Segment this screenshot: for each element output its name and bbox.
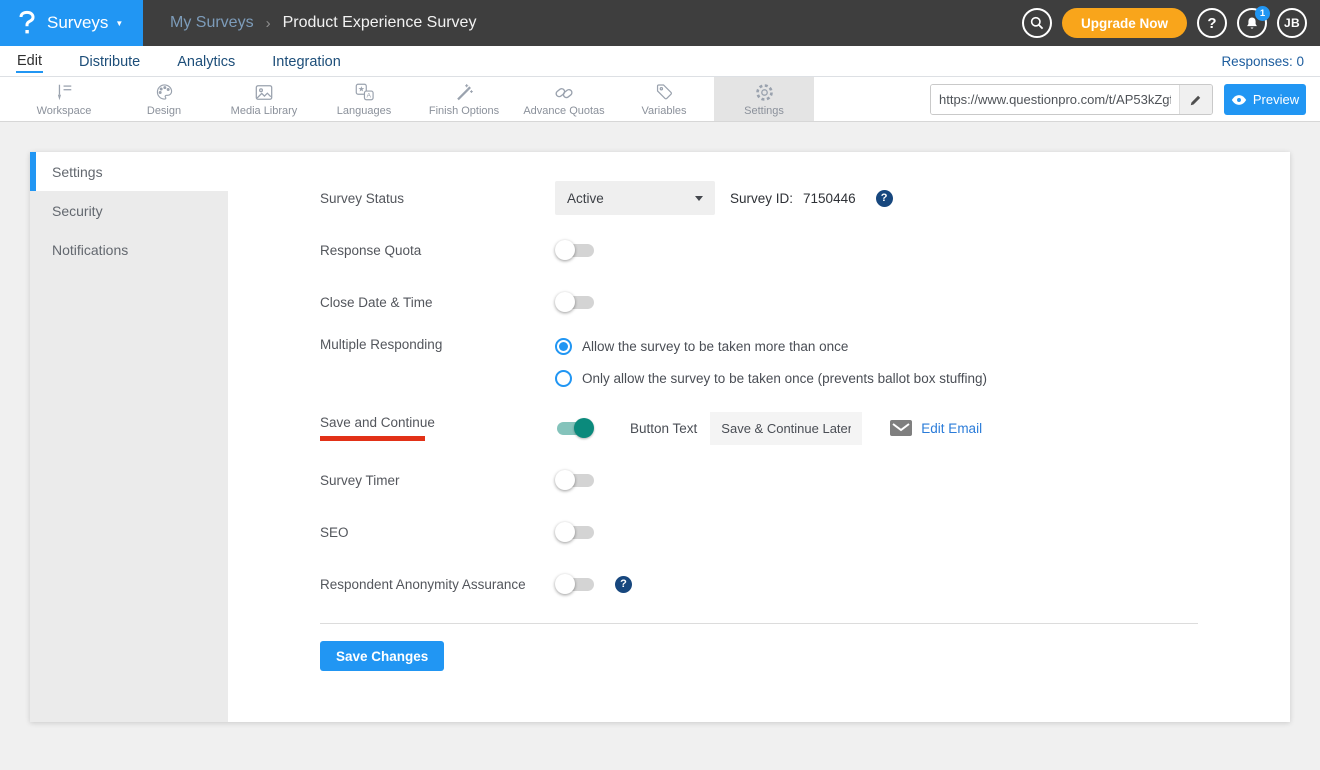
response-quota-row: Response Quota	[320, 233, 1290, 267]
settings-card: Settings Security Notifications Survey S…	[30, 152, 1290, 722]
survey-timer-row: Survey Timer	[320, 463, 1290, 497]
edit-url-button[interactable]	[1179, 85, 1212, 114]
help-button[interactable]: ?	[1197, 8, 1227, 38]
survey-timer-toggle[interactable]	[555, 470, 595, 490]
responses-count: Responses: 0	[1221, 54, 1304, 69]
radio-unselected-icon	[555, 370, 572, 387]
form-divider	[320, 623, 1198, 624]
survey-id-value: 7150446	[803, 191, 856, 206]
design-icon	[154, 82, 175, 103]
survey-status-select[interactable]: Active	[555, 181, 715, 215]
multiple-responding-label: Multiple Responding	[320, 337, 555, 352]
edit-toolbar: Workspace Design Media Library	[0, 77, 1320, 122]
product-name: Surveys	[47, 13, 108, 33]
response-quota-toggle[interactable]	[555, 240, 595, 260]
sidebar-item-notifications[interactable]: Notifications	[30, 230, 228, 269]
survey-id-label: Survey ID:	[730, 191, 793, 206]
radio-option-once-only[interactable]: Only allow the survey to be taken once (…	[555, 370, 987, 387]
save-and-continue-label: Save and Continue	[320, 415, 555, 441]
toolbar-item-media-library[interactable]: Media Library	[214, 77, 314, 121]
response-quota-label: Response Quota	[320, 243, 555, 258]
tab-analytics[interactable]: Analytics	[176, 51, 236, 72]
workspace-icon	[53, 82, 75, 103]
save-and-continue-row: Save and Continue Button Text Edit Email	[320, 411, 1290, 445]
respondent-anonymity-toggle[interactable]	[555, 574, 595, 594]
survey-url-input[interactable]	[931, 85, 1179, 114]
survey-url-field	[930, 84, 1213, 115]
survey-timer-label: Survey Timer	[320, 473, 555, 488]
seo-toggle[interactable]	[555, 522, 595, 542]
tab-distribute[interactable]: Distribute	[78, 51, 141, 72]
respondent-anonymity-label: Respondent Anonymity Assurance	[320, 577, 555, 592]
save-and-continue-toggle[interactable]	[555, 418, 595, 438]
close-date-toggle[interactable]	[555, 292, 595, 312]
avatar[interactable]: JB	[1277, 8, 1307, 38]
toolbar-item-advance-quotas[interactable]: Advance Quotas	[514, 77, 614, 121]
envelope-icon[interactable]	[890, 420, 912, 436]
survey-status-label: Survey Status	[320, 191, 555, 206]
toolbar-item-variables[interactable]: Variables	[614, 77, 714, 121]
tab-edit[interactable]: Edit	[16, 50, 43, 73]
radio-option-multiple-allowed[interactable]: Allow the survey to be taken more than o…	[555, 338, 987, 355]
notification-badge: 1	[1255, 6, 1270, 21]
button-text-input[interactable]	[710, 412, 862, 445]
toolbar-item-design[interactable]: Design	[114, 77, 214, 121]
toolbar-item-workspace[interactable]: Workspace	[14, 77, 114, 121]
edit-email-link[interactable]: Edit Email	[921, 421, 982, 436]
toolbar-item-settings[interactable]: Settings	[714, 77, 814, 121]
question-mark-icon: ?	[1207, 15, 1216, 32]
respondent-anonymity-row: Respondent Anonymity Assurance ?	[320, 567, 1290, 601]
product-switcher[interactable]: Surveys ▼	[0, 0, 143, 46]
breadcrumb-current-survey: Product Experience Survey	[283, 14, 477, 32]
breadcrumb: My Surveys › Product Experience Survey	[170, 14, 476, 32]
chevron-down-icon	[695, 196, 703, 201]
breadcrumb-my-surveys[interactable]: My Surveys	[170, 14, 254, 32]
avatar-initials: JB	[1284, 16, 1300, 30]
settings-form: Survey Status Active Survey ID: 7150446 …	[228, 152, 1290, 722]
settings-sidebar: Settings Security Notifications	[30, 152, 228, 722]
toolbar-item-languages[interactable]: ★ A Languages	[314, 77, 414, 121]
finish-options-icon	[454, 82, 475, 103]
advance-quotas-icon	[553, 82, 575, 103]
anonymity-help-icon[interactable]: ?	[615, 576, 632, 593]
search-icon	[1029, 15, 1045, 31]
sidebar-item-security[interactable]: Security	[30, 191, 228, 230]
breadcrumb-separator-icon: ›	[266, 15, 271, 32]
pencil-icon	[1189, 93, 1203, 107]
languages-icon: ★ A	[353, 82, 375, 103]
button-text-label: Button Text	[630, 421, 697, 436]
tab-integration[interactable]: Integration	[271, 51, 342, 72]
survey-status-row: Survey Status Active Survey ID: 7150446 …	[320, 181, 1290, 215]
upgrade-now-button[interactable]: Upgrade Now	[1062, 8, 1187, 38]
variables-icon	[654, 82, 675, 103]
eye-icon	[1231, 94, 1247, 106]
chevron-down-icon: ▼	[115, 20, 123, 28]
top-header: Surveys ▼ My Surveys › Product Experienc…	[0, 0, 1320, 46]
questionpro-logo-icon	[16, 10, 38, 36]
save-changes-button[interactable]: Save Changes	[320, 641, 444, 671]
sidebar-item-settings[interactable]: Settings	[30, 152, 228, 191]
notifications-button[interactable]: 1	[1237, 8, 1267, 38]
media-library-icon	[253, 82, 275, 103]
seo-row: SEO	[320, 515, 1290, 549]
seo-label: SEO	[320, 525, 555, 540]
settings-icon	[754, 82, 775, 103]
close-date-label: Close Date & Time	[320, 295, 555, 310]
close-date-row: Close Date & Time	[320, 285, 1290, 319]
multiple-responding-row: Multiple Responding Allow the survey to …	[320, 337, 1290, 387]
svg-text:A: A	[366, 93, 371, 100]
survey-id-help-icon[interactable]: ?	[876, 190, 893, 207]
toolbar-item-finish-options[interactable]: Finish Options	[414, 77, 514, 121]
survey-nav: Edit Distribute Analytics Integration Re…	[0, 46, 1320, 77]
preview-button[interactable]: Preview	[1224, 84, 1306, 115]
search-button[interactable]	[1022, 8, 1052, 38]
svg-text:★: ★	[358, 85, 365, 94]
radio-selected-icon	[555, 338, 572, 355]
